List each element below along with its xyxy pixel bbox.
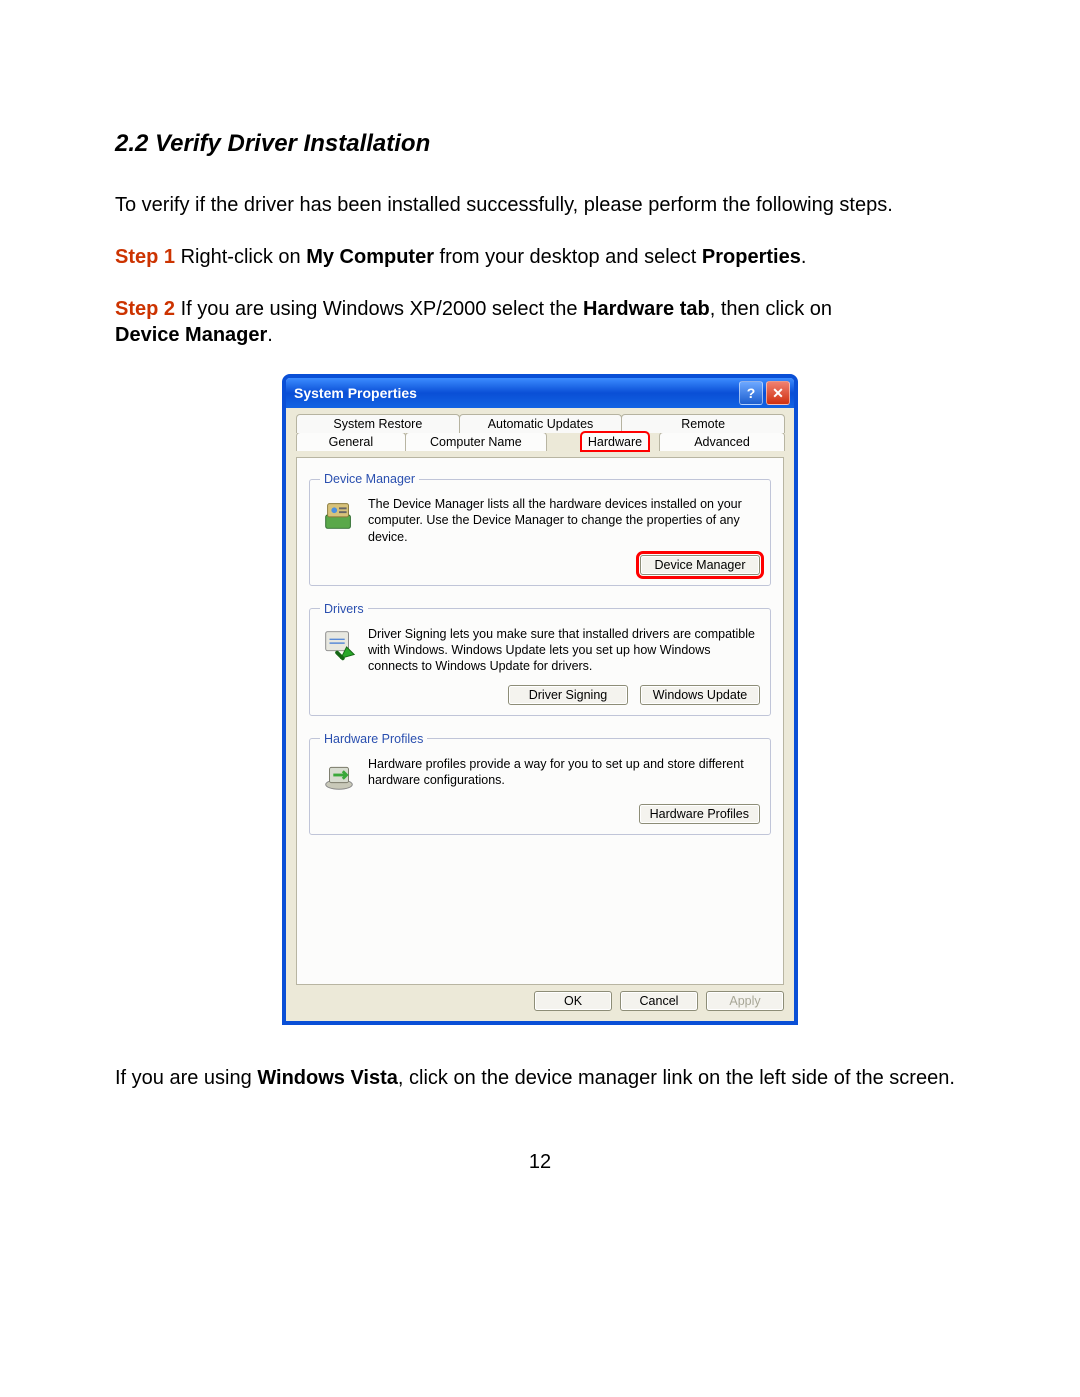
tab-advanced[interactable]: Advanced <box>659 432 785 451</box>
drivers-legend: Drivers <box>320 602 368 616</box>
hardware-profiles-group: Hardware Profiles Hardware profil <box>309 732 771 835</box>
driver-signing-button[interactable]: Driver Signing <box>508 685 628 705</box>
help-button[interactable]: ? <box>739 381 763 405</box>
step-1: Step 1 Right-click on My Computer from y… <box>115 244 965 270</box>
apply-button[interactable]: Apply <box>706 991 784 1011</box>
vista-note: If you are using Windows Vista, click on… <box>115 1065 965 1091</box>
step-2-label: Step 2 <box>115 298 175 320</box>
tab-general[interactable]: General <box>296 432 406 451</box>
section-heading: 2.2 Verify Driver Installation <box>115 130 965 158</box>
step-2: Step 2 If you are using Windows XP/2000 … <box>115 296 965 348</box>
drivers-text: Driver Signing lets you make sure that i… <box>368 626 760 675</box>
windows-update-button[interactable]: Windows Update <box>640 685 760 705</box>
system-properties-dialog: System Properties ? ✕ System Restore Aut… <box>282 374 798 1025</box>
device-manager-group: Device Manager <box>309 472 771 586</box>
tab-system-restore[interactable]: System Restore <box>296 414 460 433</box>
dialog-footer: OK Cancel Apply <box>296 985 784 1011</box>
question-icon: ? <box>747 385 756 401</box>
ok-button[interactable]: OK <box>534 991 612 1011</box>
window-title: System Properties <box>294 385 739 401</box>
page-number: 12 <box>115 1151 965 1174</box>
drivers-group: Drivers Driver Signing lets you m <box>309 602 771 716</box>
document-page: 2.2 Verify Driver Installation To verify… <box>0 0 1080 1214</box>
close-button[interactable]: ✕ <box>766 381 790 405</box>
hardware-profiles-icon <box>320 756 358 794</box>
hardware-tab-panel: Device Manager <box>296 457 784 985</box>
tab-strip: System Restore Automatic Updates Remote … <box>296 414 784 451</box>
hardware-profiles-text: Hardware profiles provide a way for you … <box>368 756 760 794</box>
hardware-profiles-legend: Hardware Profiles <box>320 732 427 746</box>
device-manager-text: The Device Manager lists all the hardwar… <box>368 496 760 545</box>
tab-automatic-updates[interactable]: Automatic Updates <box>459 414 623 433</box>
cancel-button[interactable]: Cancel <box>620 991 698 1011</box>
tab-computer-name[interactable]: Computer Name <box>405 432 547 451</box>
drivers-icon <box>320 626 358 664</box>
titlebar[interactable]: System Properties ? ✕ <box>286 378 794 408</box>
close-icon: ✕ <box>772 385 784 402</box>
tab-hardware[interactable]: Hardware <box>581 432 649 451</box>
tab-remote[interactable]: Remote <box>621 414 785 433</box>
intro-paragraph: To verify if the driver has been install… <box>115 192 965 218</box>
device-manager-icon <box>320 496 358 534</box>
hardware-profiles-button[interactable]: Hardware Profiles <box>639 804 760 824</box>
device-manager-button[interactable]: Device Manager <box>640 555 760 575</box>
device-manager-legend: Device Manager <box>320 472 419 486</box>
step-1-label: Step 1 <box>115 246 175 268</box>
